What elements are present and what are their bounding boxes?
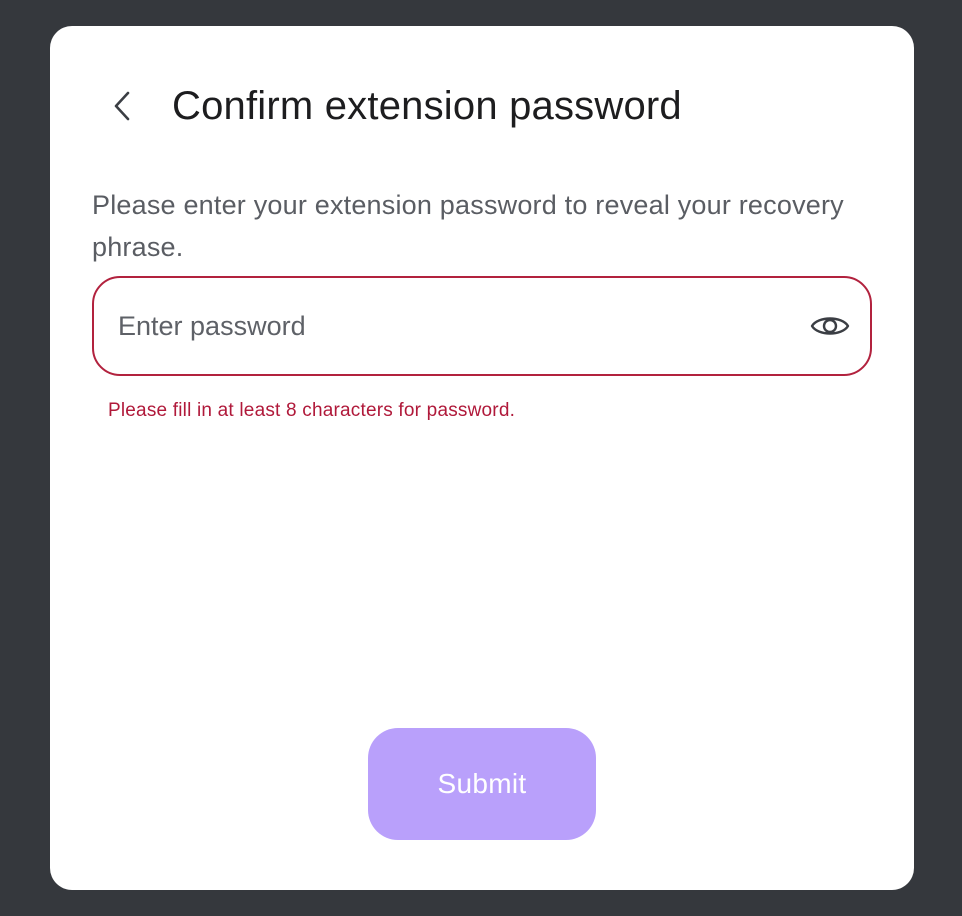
- page-title: Confirm extension password: [172, 84, 682, 128]
- toggle-password-visibility-button[interactable]: [808, 304, 852, 348]
- eye-icon: [810, 317, 850, 335]
- submit-button[interactable]: Submit: [368, 728, 596, 840]
- chevron-left-icon: [114, 91, 130, 121]
- instruction-text: Please enter your extension password to …: [92, 190, 844, 262]
- password-input[interactable]: [118, 278, 778, 374]
- back-button[interactable]: [102, 82, 142, 130]
- password-error-message: Please fill in at least 8 characters for…: [108, 400, 516, 421]
- modal-header: Confirm extension password: [50, 26, 914, 186]
- password-field: [92, 276, 872, 376]
- confirm-password-modal: Confirm extension password Please enter …: [50, 26, 914, 890]
